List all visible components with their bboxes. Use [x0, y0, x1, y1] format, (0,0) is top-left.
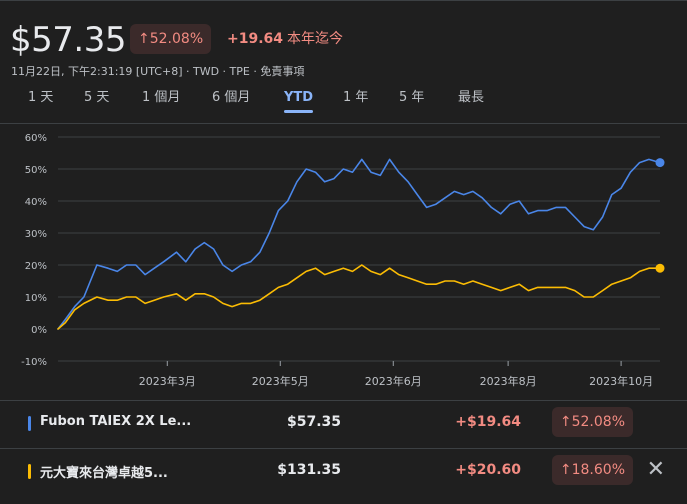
comparison-price: $57.35 [286, 414, 341, 430]
absolute-change: +19.64 本年迄今 [227, 28, 343, 48]
comparison-row-yuanta[interactable]: 元大寶來台灣卓越5... $131.35 +$20.60 ↑18.60% ✕ [0, 449, 687, 493]
tab-max[interactable]: 最長 [458, 88, 484, 108]
performance-chart[interactable]: 60% 50% 40% 30% 20% 10% 0% -10% 2023年3月 2023年5月 20… [0, 125, 687, 395]
tab-6-month[interactable]: 6 個月 [212, 88, 250, 108]
y-tick-label: 60% [25, 133, 47, 144]
x-tick-label: 2023年8月 [480, 374, 537, 388]
series-color-marker [28, 464, 31, 479]
tab-ytd[interactable]: YTD [284, 88, 314, 113]
comparison-name: 元大寶來台灣卓越5... [40, 466, 168, 481]
y-tick-label: 40% [25, 197, 47, 208]
comparison-row-fubon[interactable]: Fubon TAIEX 2X Le... $57.35 +$19.64 ↑52.… [0, 401, 687, 445]
y-tick-label: -10% [21, 357, 47, 368]
series-end-point-0 [655, 158, 665, 168]
comparison-percent: 18.60% [571, 462, 625, 478]
series-color-marker [28, 416, 31, 431]
arrow-up-icon: ↑ [559, 462, 572, 478]
x-tick-label: 2023年10月 [589, 374, 653, 388]
comparison-percent: 52.08% [571, 414, 625, 430]
close-icon[interactable]: ✕ [647, 459, 665, 481]
tab-1-month[interactable]: 1 個月 [142, 88, 180, 108]
series-end-point-1 [655, 263, 665, 273]
x-tick-label: 2023年6月 [365, 374, 422, 388]
tab-5-year[interactable]: 5 年 [399, 88, 424, 108]
arrow-up-icon: ↑ [559, 414, 572, 430]
percent-change-value: 52.08% [149, 31, 204, 47]
y-tick-label: 20% [25, 261, 47, 272]
period-label: 本年迄今 [287, 31, 344, 47]
top-divider [0, 0, 687, 1]
comparison-percent-badge: ↑52.08% [551, 407, 633, 437]
arrow-up-icon: ↑ [138, 31, 150, 47]
comparison-change: +$19.64 [455, 414, 521, 430]
percent-change-badge: ↑52.08% [130, 24, 212, 54]
tab-5-day[interactable]: 5 天 [84, 88, 109, 108]
tab-1-day[interactable]: 1 天 [28, 88, 53, 108]
tab-1-year[interactable]: 1 年 [343, 88, 368, 108]
y-tick-label: 30% [25, 229, 47, 240]
y-tick-label: 10% [25, 293, 47, 304]
quote-meta: 11月22日, 下午2:31:19 [UTC+8] · TWD · TPE · … [11, 65, 305, 78]
comparison-percent-badge: ↑18.60% [551, 455, 633, 485]
series-line-0 [57, 158, 661, 330]
comparison-price: $131.35 [277, 462, 341, 478]
current-price: $57.35 [10, 20, 126, 60]
x-tick-label: 2023年3月 [139, 374, 196, 388]
absolute-change-value: +19.64 [227, 31, 284, 47]
x-tick-label: 2023年5月 [252, 374, 309, 388]
comparison-change: +$20.60 [455, 462, 521, 478]
y-tick-label: 0% [31, 325, 47, 336]
tabs-divider [0, 123, 687, 124]
comparison-name: Fubon TAIEX 2X Le... [40, 414, 192, 429]
y-tick-label: 50% [25, 165, 47, 176]
